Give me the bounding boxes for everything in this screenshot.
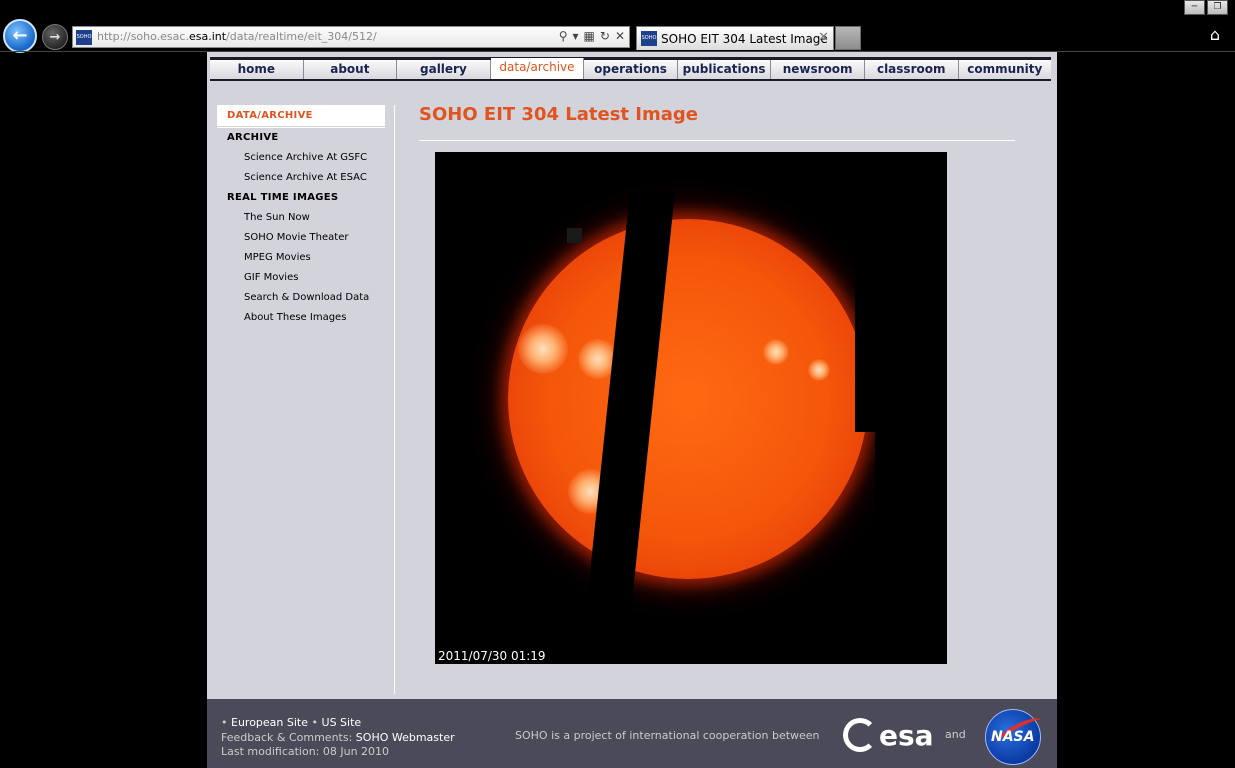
compat-view-icon[interactable]: ▦ — [584, 29, 595, 43]
tab-close-icon[interactable]: ✕ — [818, 30, 829, 45]
url-path: /data/realtime/eit_304/512/ — [226, 30, 377, 43]
sidebar: DATA/ARCHIVE ARCHIVE Science Archive At … — [207, 105, 395, 694]
nasa-logo[interactable]: NASA — [985, 709, 1045, 765]
last-modified: Last modification: 08 Jun 2010 — [221, 745, 390, 758]
restore-button[interactable]: ❐ — [1207, 0, 1228, 15]
bullet-icon: • — [221, 716, 228, 729]
tab-favicon: SOHO — [641, 31, 657, 46]
window-controls: ─ ❐ — [1184, 0, 1235, 16]
nav-home[interactable]: home — [210, 60, 304, 79]
sidebar-link-movie-theater[interactable]: SOHO Movie Theater — [244, 232, 348, 243]
footer-site-links: • European Site • US Site — [221, 716, 361, 729]
european-site-link[interactable]: European Site — [231, 716, 308, 729]
active-region — [808, 359, 830, 381]
sidebar-link-esac[interactable]: Science Archive At ESAC — [244, 172, 367, 183]
sun-disk — [508, 219, 868, 579]
esa-logo-text: esa — [879, 718, 934, 752]
back-button[interactable]: ← — [3, 19, 37, 53]
arrow-left-icon: ← — [12, 25, 28, 46]
us-site-link[interactable]: US Site — [322, 716, 362, 729]
stop-icon[interactable]: ✕ — [615, 29, 625, 43]
webmaster-link[interactable]: SOHO Webmaster — [356, 731, 455, 744]
esa-emblem-icon — [843, 718, 877, 752]
and-text: and — [945, 728, 966, 741]
sidebar-heading-archive[interactable]: ARCHIVE — [227, 132, 279, 143]
feedback-label: Feedback & Comments: — [221, 731, 353, 744]
nav-classroom[interactable]: classroom — [864, 60, 959, 79]
sidebar-active-section[interactable]: DATA/ARCHIVE — [217, 105, 385, 126]
forward-button[interactable]: → — [42, 24, 68, 50]
address-bar[interactable]: SOHO http://soho.esac.esa.int/data/realt… — [72, 26, 630, 48]
footer-feedback: Feedback & Comments: SOHO Webmaster — [221, 731, 455, 744]
sidebar-divider — [217, 127, 385, 128]
nav-data-archive[interactable]: data/archive — [490, 58, 585, 79]
minimize-button[interactable]: ─ — [1184, 0, 1205, 15]
nav-operations[interactable]: operations — [584, 60, 678, 79]
nasa-logo-text: NASA — [991, 729, 1035, 745]
sidebar-link-search[interactable]: Search & Download Data — [244, 292, 369, 303]
missing-data-band — [875, 412, 947, 664]
nav-about[interactable]: about — [303, 60, 398, 79]
active-region — [518, 324, 568, 374]
top-navigation: home about gallery data/archive operatio… — [210, 57, 1052, 81]
esa-logo[interactable]: esa — [843, 717, 939, 753]
title-divider — [419, 140, 1015, 141]
search-icon[interactable]: ⚲ — [559, 29, 568, 43]
nav-gallery[interactable]: gallery — [397, 60, 491, 79]
url-text[interactable]: http://soho.esac.esa.int/data/realtime/e… — [97, 30, 377, 43]
bullet-icon: • — [311, 716, 319, 729]
page-title: SOHO EIT 304 Latest Image — [419, 104, 698, 125]
active-region — [763, 339, 789, 365]
cooperation-text: SOHO is a project of international coope… — [515, 729, 820, 742]
refresh-icon[interactable]: ↻ — [600, 29, 610, 43]
sun-image: 2011/07/30 01:19 — [435, 152, 947, 664]
missing-data-band — [855, 232, 947, 432]
new-tab-button[interactable] — [835, 26, 861, 50]
sidebar-link-gsfc[interactable]: Science Archive At GSFC — [244, 152, 367, 163]
nav-publications[interactable]: publications — [677, 60, 772, 79]
sidebar-link-gif[interactable]: GIF Movies — [244, 272, 298, 283]
nav-newsroom[interactable]: newsroom — [771, 60, 865, 79]
browser-chrome: ← → SOHO http://soho.esac.esa.int/data/r… — [0, 0, 1235, 53]
web-page: home about gallery data/archive operatio… — [207, 52, 1057, 768]
sidebar-link-mpeg[interactable]: MPEG Movies — [244, 252, 311, 263]
sidebar-link-about-images[interactable]: About These Images — [244, 312, 346, 323]
home-icon[interactable]: ⌂ — [1206, 26, 1224, 44]
sidebar-link-sun-now[interactable]: The Sun Now — [244, 212, 310, 223]
browser-tab[interactable]: SOHO SOHO EIT 304 Latest Image ✕ — [636, 26, 834, 50]
footer: • European Site • US Site Feedback & Com… — [207, 699, 1057, 768]
missing-data-block — [567, 228, 582, 243]
url-prefix: http://soho.esac. — [97, 30, 189, 43]
sidebar-heading-realtime[interactable]: REAL TIME IMAGES — [227, 192, 338, 203]
image-timestamp: 2011/07/30 01:19 — [438, 649, 546, 663]
nav-community[interactable]: community — [958, 60, 1052, 79]
arrow-right-icon: → — [49, 29, 61, 45]
dropdown-icon[interactable]: ▾ — [573, 29, 579, 43]
tab-title: SOHO EIT 304 Latest Image — [661, 32, 828, 46]
url-domain: esa.int — [188, 30, 227, 43]
site-favicon: SOHO — [76, 30, 92, 45]
